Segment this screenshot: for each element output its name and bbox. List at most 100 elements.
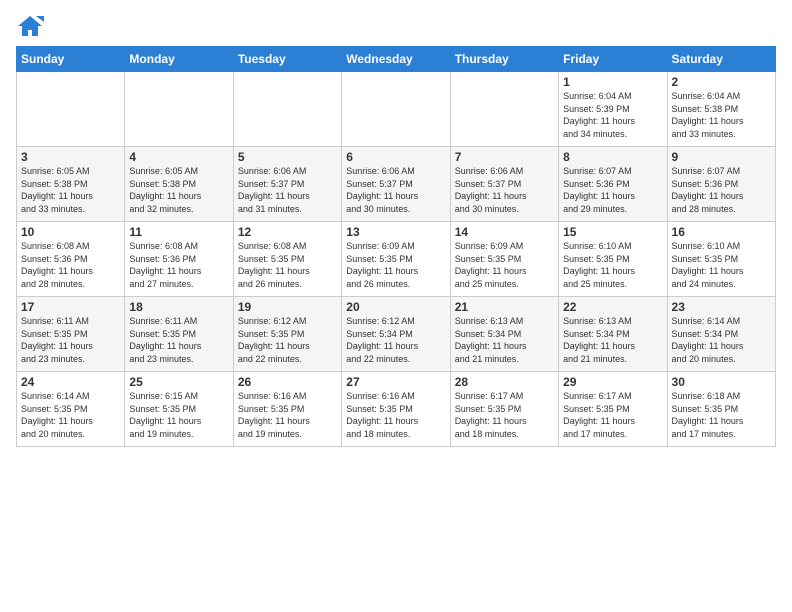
day-number: 16 bbox=[672, 225, 771, 239]
day-info: Sunrise: 6:14 AM Sunset: 5:34 PM Dayligh… bbox=[672, 315, 771, 365]
day-info: Sunrise: 6:14 AM Sunset: 5:35 PM Dayligh… bbox=[21, 390, 120, 440]
table-row: 28Sunrise: 6:17 AM Sunset: 5:35 PM Dayli… bbox=[450, 372, 558, 447]
table-row: 14Sunrise: 6:09 AM Sunset: 5:35 PM Dayli… bbox=[450, 222, 558, 297]
day-info: Sunrise: 6:13 AM Sunset: 5:34 PM Dayligh… bbox=[563, 315, 662, 365]
table-row: 7Sunrise: 6:06 AM Sunset: 5:37 PM Daylig… bbox=[450, 147, 558, 222]
col-sunday: Sunday bbox=[17, 47, 125, 72]
table-row: 9Sunrise: 6:07 AM Sunset: 5:36 PM Daylig… bbox=[667, 147, 775, 222]
day-number: 3 bbox=[21, 150, 120, 164]
day-info: Sunrise: 6:06 AM Sunset: 5:37 PM Dayligh… bbox=[455, 165, 554, 215]
day-info: Sunrise: 6:11 AM Sunset: 5:35 PM Dayligh… bbox=[21, 315, 120, 365]
table-row: 4Sunrise: 6:05 AM Sunset: 5:38 PM Daylig… bbox=[125, 147, 233, 222]
day-number: 26 bbox=[238, 375, 337, 389]
col-monday: Monday bbox=[125, 47, 233, 72]
day-info: Sunrise: 6:11 AM Sunset: 5:35 PM Dayligh… bbox=[129, 315, 228, 365]
day-info: Sunrise: 6:15 AM Sunset: 5:35 PM Dayligh… bbox=[129, 390, 228, 440]
table-row: 21Sunrise: 6:13 AM Sunset: 5:34 PM Dayli… bbox=[450, 297, 558, 372]
day-info: Sunrise: 6:17 AM Sunset: 5:35 PM Dayligh… bbox=[455, 390, 554, 440]
day-info: Sunrise: 6:07 AM Sunset: 5:36 PM Dayligh… bbox=[672, 165, 771, 215]
table-row: 29Sunrise: 6:17 AM Sunset: 5:35 PM Dayli… bbox=[559, 372, 667, 447]
table-row: 25Sunrise: 6:15 AM Sunset: 5:35 PM Dayli… bbox=[125, 372, 233, 447]
day-number: 28 bbox=[455, 375, 554, 389]
day-number: 6 bbox=[346, 150, 445, 164]
day-info: Sunrise: 6:04 AM Sunset: 5:38 PM Dayligh… bbox=[672, 90, 771, 140]
table-row: 8Sunrise: 6:07 AM Sunset: 5:36 PM Daylig… bbox=[559, 147, 667, 222]
table-row: 26Sunrise: 6:16 AM Sunset: 5:35 PM Dayli… bbox=[233, 372, 341, 447]
table-row bbox=[125, 72, 233, 147]
col-friday: Friday bbox=[559, 47, 667, 72]
day-number: 17 bbox=[21, 300, 120, 314]
day-number: 12 bbox=[238, 225, 337, 239]
day-number: 15 bbox=[563, 225, 662, 239]
day-number: 24 bbox=[21, 375, 120, 389]
day-number: 18 bbox=[129, 300, 228, 314]
table-row: 11Sunrise: 6:08 AM Sunset: 5:36 PM Dayli… bbox=[125, 222, 233, 297]
day-info: Sunrise: 6:10 AM Sunset: 5:35 PM Dayligh… bbox=[672, 240, 771, 290]
calendar-body: 1Sunrise: 6:04 AM Sunset: 5:39 PM Daylig… bbox=[17, 72, 776, 447]
day-info: Sunrise: 6:08 AM Sunset: 5:35 PM Dayligh… bbox=[238, 240, 337, 290]
day-info: Sunrise: 6:06 AM Sunset: 5:37 PM Dayligh… bbox=[238, 165, 337, 215]
day-number: 2 bbox=[672, 75, 771, 89]
day-info: Sunrise: 6:06 AM Sunset: 5:37 PM Dayligh… bbox=[346, 165, 445, 215]
day-info: Sunrise: 6:18 AM Sunset: 5:35 PM Dayligh… bbox=[672, 390, 771, 440]
day-info: Sunrise: 6:04 AM Sunset: 5:39 PM Dayligh… bbox=[563, 90, 662, 140]
day-info: Sunrise: 6:12 AM Sunset: 5:34 PM Dayligh… bbox=[346, 315, 445, 365]
day-number: 21 bbox=[455, 300, 554, 314]
table-row: 24Sunrise: 6:14 AM Sunset: 5:35 PM Dayli… bbox=[17, 372, 125, 447]
day-info: Sunrise: 6:12 AM Sunset: 5:35 PM Dayligh… bbox=[238, 315, 337, 365]
day-number: 10 bbox=[21, 225, 120, 239]
day-number: 25 bbox=[129, 375, 228, 389]
table-row: 22Sunrise: 6:13 AM Sunset: 5:34 PM Dayli… bbox=[559, 297, 667, 372]
logo-area bbox=[16, 12, 46, 40]
day-number: 13 bbox=[346, 225, 445, 239]
table-row bbox=[233, 72, 341, 147]
calendar-header: Sunday Monday Tuesday Wednesday Thursday… bbox=[17, 47, 776, 72]
col-tuesday: Tuesday bbox=[233, 47, 341, 72]
day-number: 23 bbox=[672, 300, 771, 314]
day-number: 4 bbox=[129, 150, 228, 164]
header bbox=[16, 12, 776, 40]
day-info: Sunrise: 6:09 AM Sunset: 5:35 PM Dayligh… bbox=[346, 240, 445, 290]
table-row: 20Sunrise: 6:12 AM Sunset: 5:34 PM Dayli… bbox=[342, 297, 450, 372]
day-number: 19 bbox=[238, 300, 337, 314]
table-row: 2Sunrise: 6:04 AM Sunset: 5:38 PM Daylig… bbox=[667, 72, 775, 147]
day-number: 9 bbox=[672, 150, 771, 164]
day-info: Sunrise: 6:05 AM Sunset: 5:38 PM Dayligh… bbox=[21, 165, 120, 215]
table-row: 1Sunrise: 6:04 AM Sunset: 5:39 PM Daylig… bbox=[559, 72, 667, 147]
day-info: Sunrise: 6:07 AM Sunset: 5:36 PM Dayligh… bbox=[563, 165, 662, 215]
day-info: Sunrise: 6:08 AM Sunset: 5:36 PM Dayligh… bbox=[129, 240, 228, 290]
day-number: 1 bbox=[563, 75, 662, 89]
table-row: 30Sunrise: 6:18 AM Sunset: 5:35 PM Dayli… bbox=[667, 372, 775, 447]
page: Sunday Monday Tuesday Wednesday Thursday… bbox=[0, 0, 792, 455]
table-row: 17Sunrise: 6:11 AM Sunset: 5:35 PM Dayli… bbox=[17, 297, 125, 372]
table-row: 19Sunrise: 6:12 AM Sunset: 5:35 PM Dayli… bbox=[233, 297, 341, 372]
table-row: 13Sunrise: 6:09 AM Sunset: 5:35 PM Dayli… bbox=[342, 222, 450, 297]
day-number: 20 bbox=[346, 300, 445, 314]
day-info: Sunrise: 6:09 AM Sunset: 5:35 PM Dayligh… bbox=[455, 240, 554, 290]
col-wednesday: Wednesday bbox=[342, 47, 450, 72]
table-row: 12Sunrise: 6:08 AM Sunset: 5:35 PM Dayli… bbox=[233, 222, 341, 297]
day-number: 7 bbox=[455, 150, 554, 164]
table-row bbox=[450, 72, 558, 147]
table-row bbox=[342, 72, 450, 147]
table-row: 5Sunrise: 6:06 AM Sunset: 5:37 PM Daylig… bbox=[233, 147, 341, 222]
table-row: 18Sunrise: 6:11 AM Sunset: 5:35 PM Dayli… bbox=[125, 297, 233, 372]
day-number: 11 bbox=[129, 225, 228, 239]
table-row: 16Sunrise: 6:10 AM Sunset: 5:35 PM Dayli… bbox=[667, 222, 775, 297]
table-row: 10Sunrise: 6:08 AM Sunset: 5:36 PM Dayli… bbox=[17, 222, 125, 297]
day-number: 27 bbox=[346, 375, 445, 389]
day-info: Sunrise: 6:16 AM Sunset: 5:35 PM Dayligh… bbox=[346, 390, 445, 440]
day-info: Sunrise: 6:17 AM Sunset: 5:35 PM Dayligh… bbox=[563, 390, 662, 440]
table-row: 15Sunrise: 6:10 AM Sunset: 5:35 PM Dayli… bbox=[559, 222, 667, 297]
table-row: 23Sunrise: 6:14 AM Sunset: 5:34 PM Dayli… bbox=[667, 297, 775, 372]
day-info: Sunrise: 6:13 AM Sunset: 5:34 PM Dayligh… bbox=[455, 315, 554, 365]
day-number: 5 bbox=[238, 150, 337, 164]
calendar-table: Sunday Monday Tuesday Wednesday Thursday… bbox=[16, 46, 776, 447]
table-row: 6Sunrise: 6:06 AM Sunset: 5:37 PM Daylig… bbox=[342, 147, 450, 222]
day-info: Sunrise: 6:10 AM Sunset: 5:35 PM Dayligh… bbox=[563, 240, 662, 290]
table-row: 3Sunrise: 6:05 AM Sunset: 5:38 PM Daylig… bbox=[17, 147, 125, 222]
day-number: 8 bbox=[563, 150, 662, 164]
day-info: Sunrise: 6:16 AM Sunset: 5:35 PM Dayligh… bbox=[238, 390, 337, 440]
table-row: 27Sunrise: 6:16 AM Sunset: 5:35 PM Dayli… bbox=[342, 372, 450, 447]
day-info: Sunrise: 6:05 AM Sunset: 5:38 PM Dayligh… bbox=[129, 165, 228, 215]
